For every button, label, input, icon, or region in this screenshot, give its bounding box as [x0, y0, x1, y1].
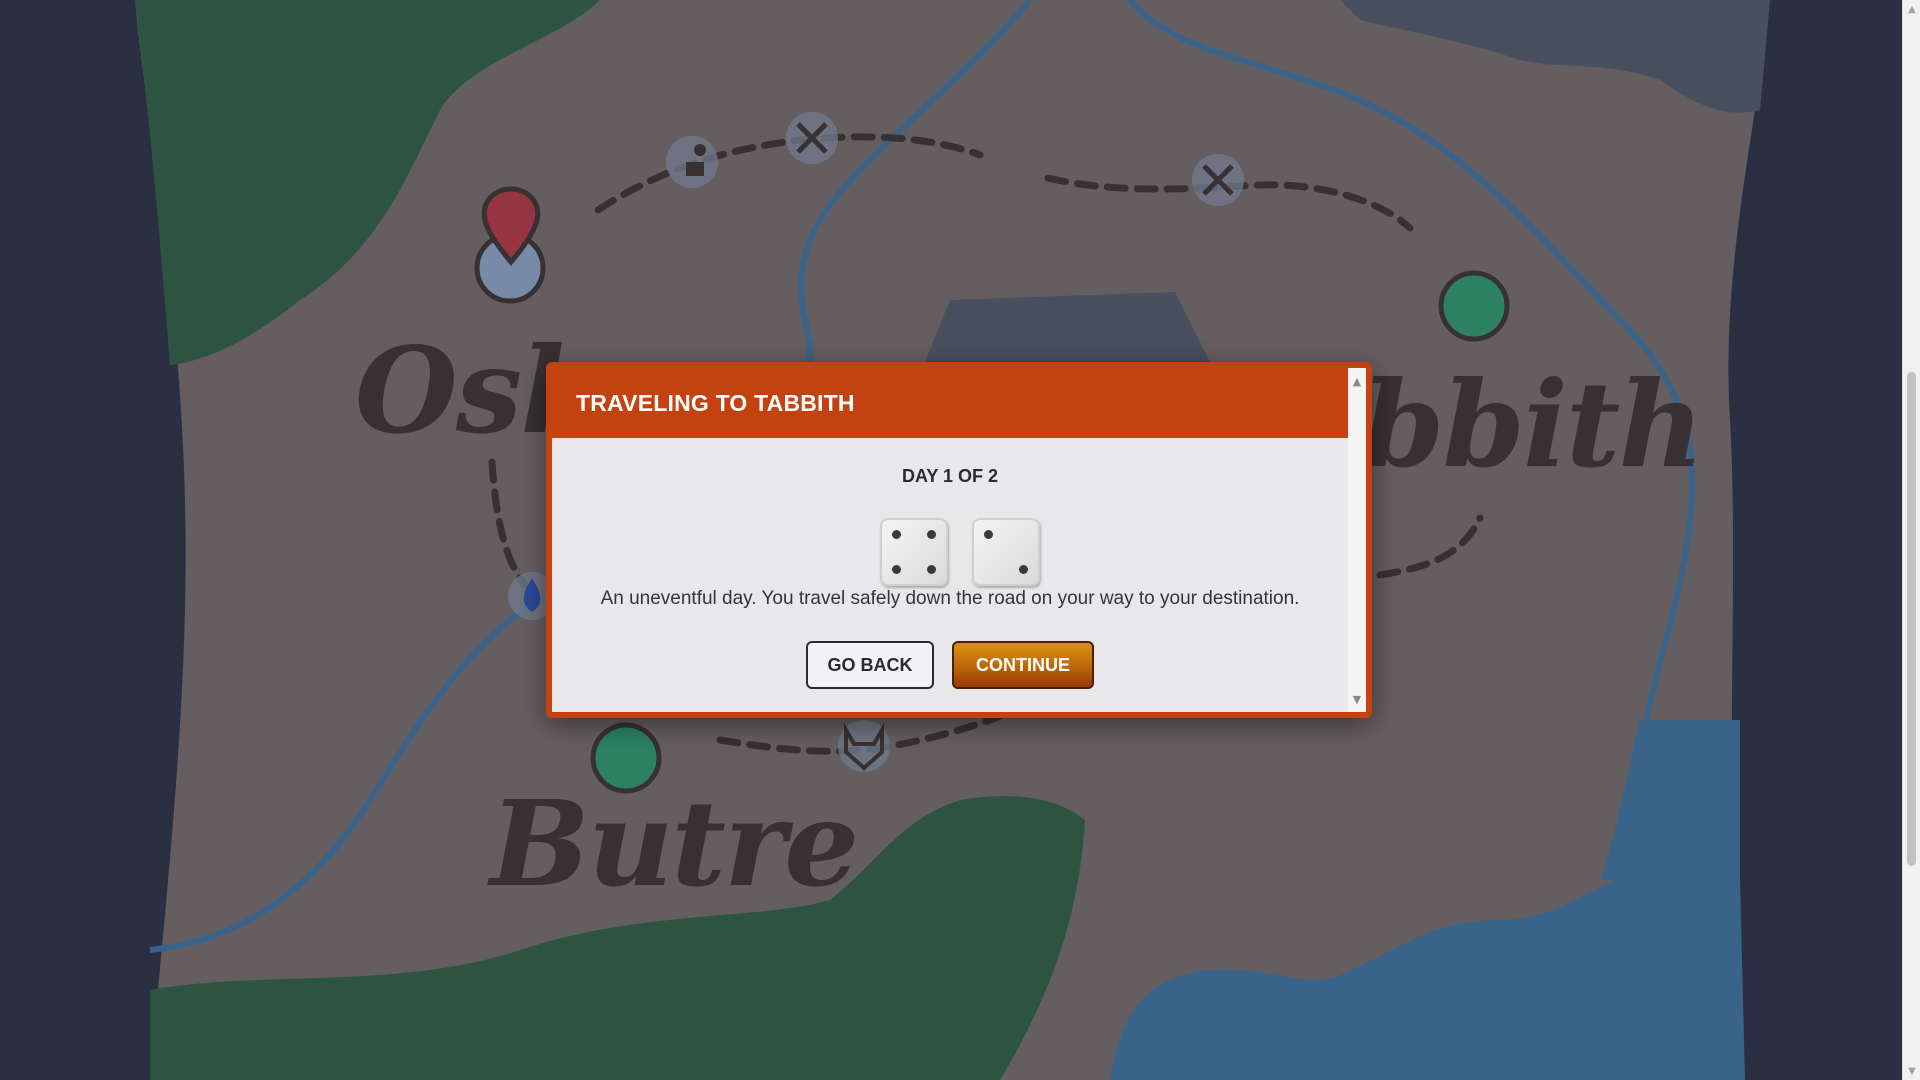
- dialog-scroll-up-arrow-icon[interactable]: ▲: [1348, 372, 1366, 390]
- die-2-pip-2: [1019, 565, 1029, 575]
- scroll-up-arrow-icon[interactable]: ▲: [1903, 0, 1920, 18]
- scroll-down-arrow-icon[interactable]: ▼: [1903, 1062, 1920, 1080]
- dialog-body: DAY 1 OF 2 An uneventful day. You travel…: [552, 438, 1348, 712]
- die-1-pip-3: [891, 565, 901, 575]
- travel-dialog: TRAVELING TO TABBITH ▲ ▼ DAY 1 OF 2 An u…: [546, 362, 1372, 718]
- dialog-scrollbar[interactable]: ▲ ▼: [1348, 368, 1366, 712]
- dialog-title: TRAVELING TO TABBITH: [552, 368, 1348, 438]
- dialog-scroll-down-arrow-icon[interactable]: ▼: [1348, 690, 1366, 708]
- die-1-pip-1: [891, 529, 901, 539]
- die-2-pip-1: [983, 529, 993, 539]
- scrollbar-thumb[interactable]: [1907, 372, 1916, 866]
- event-message: An uneventful day. You travel safely dow…: [600, 588, 1300, 609]
- die-1-pip-4: [927, 565, 937, 575]
- die-2: [972, 518, 1040, 586]
- go-back-button[interactable]: GO BACK: [806, 641, 934, 689]
- day-counter: DAY 1 OF 2: [901, 466, 999, 486]
- continue-button[interactable]: CONTINUE: [952, 641, 1094, 689]
- game-screen: Osk bbith Butre ▲ ▼ TRAVELING TO TABBITH…: [0, 0, 1920, 1080]
- page-scrollbar[interactable]: ▲ ▼: [1902, 0, 1920, 1080]
- die-1-pip-2: [927, 529, 937, 539]
- die-1: [880, 518, 948, 586]
